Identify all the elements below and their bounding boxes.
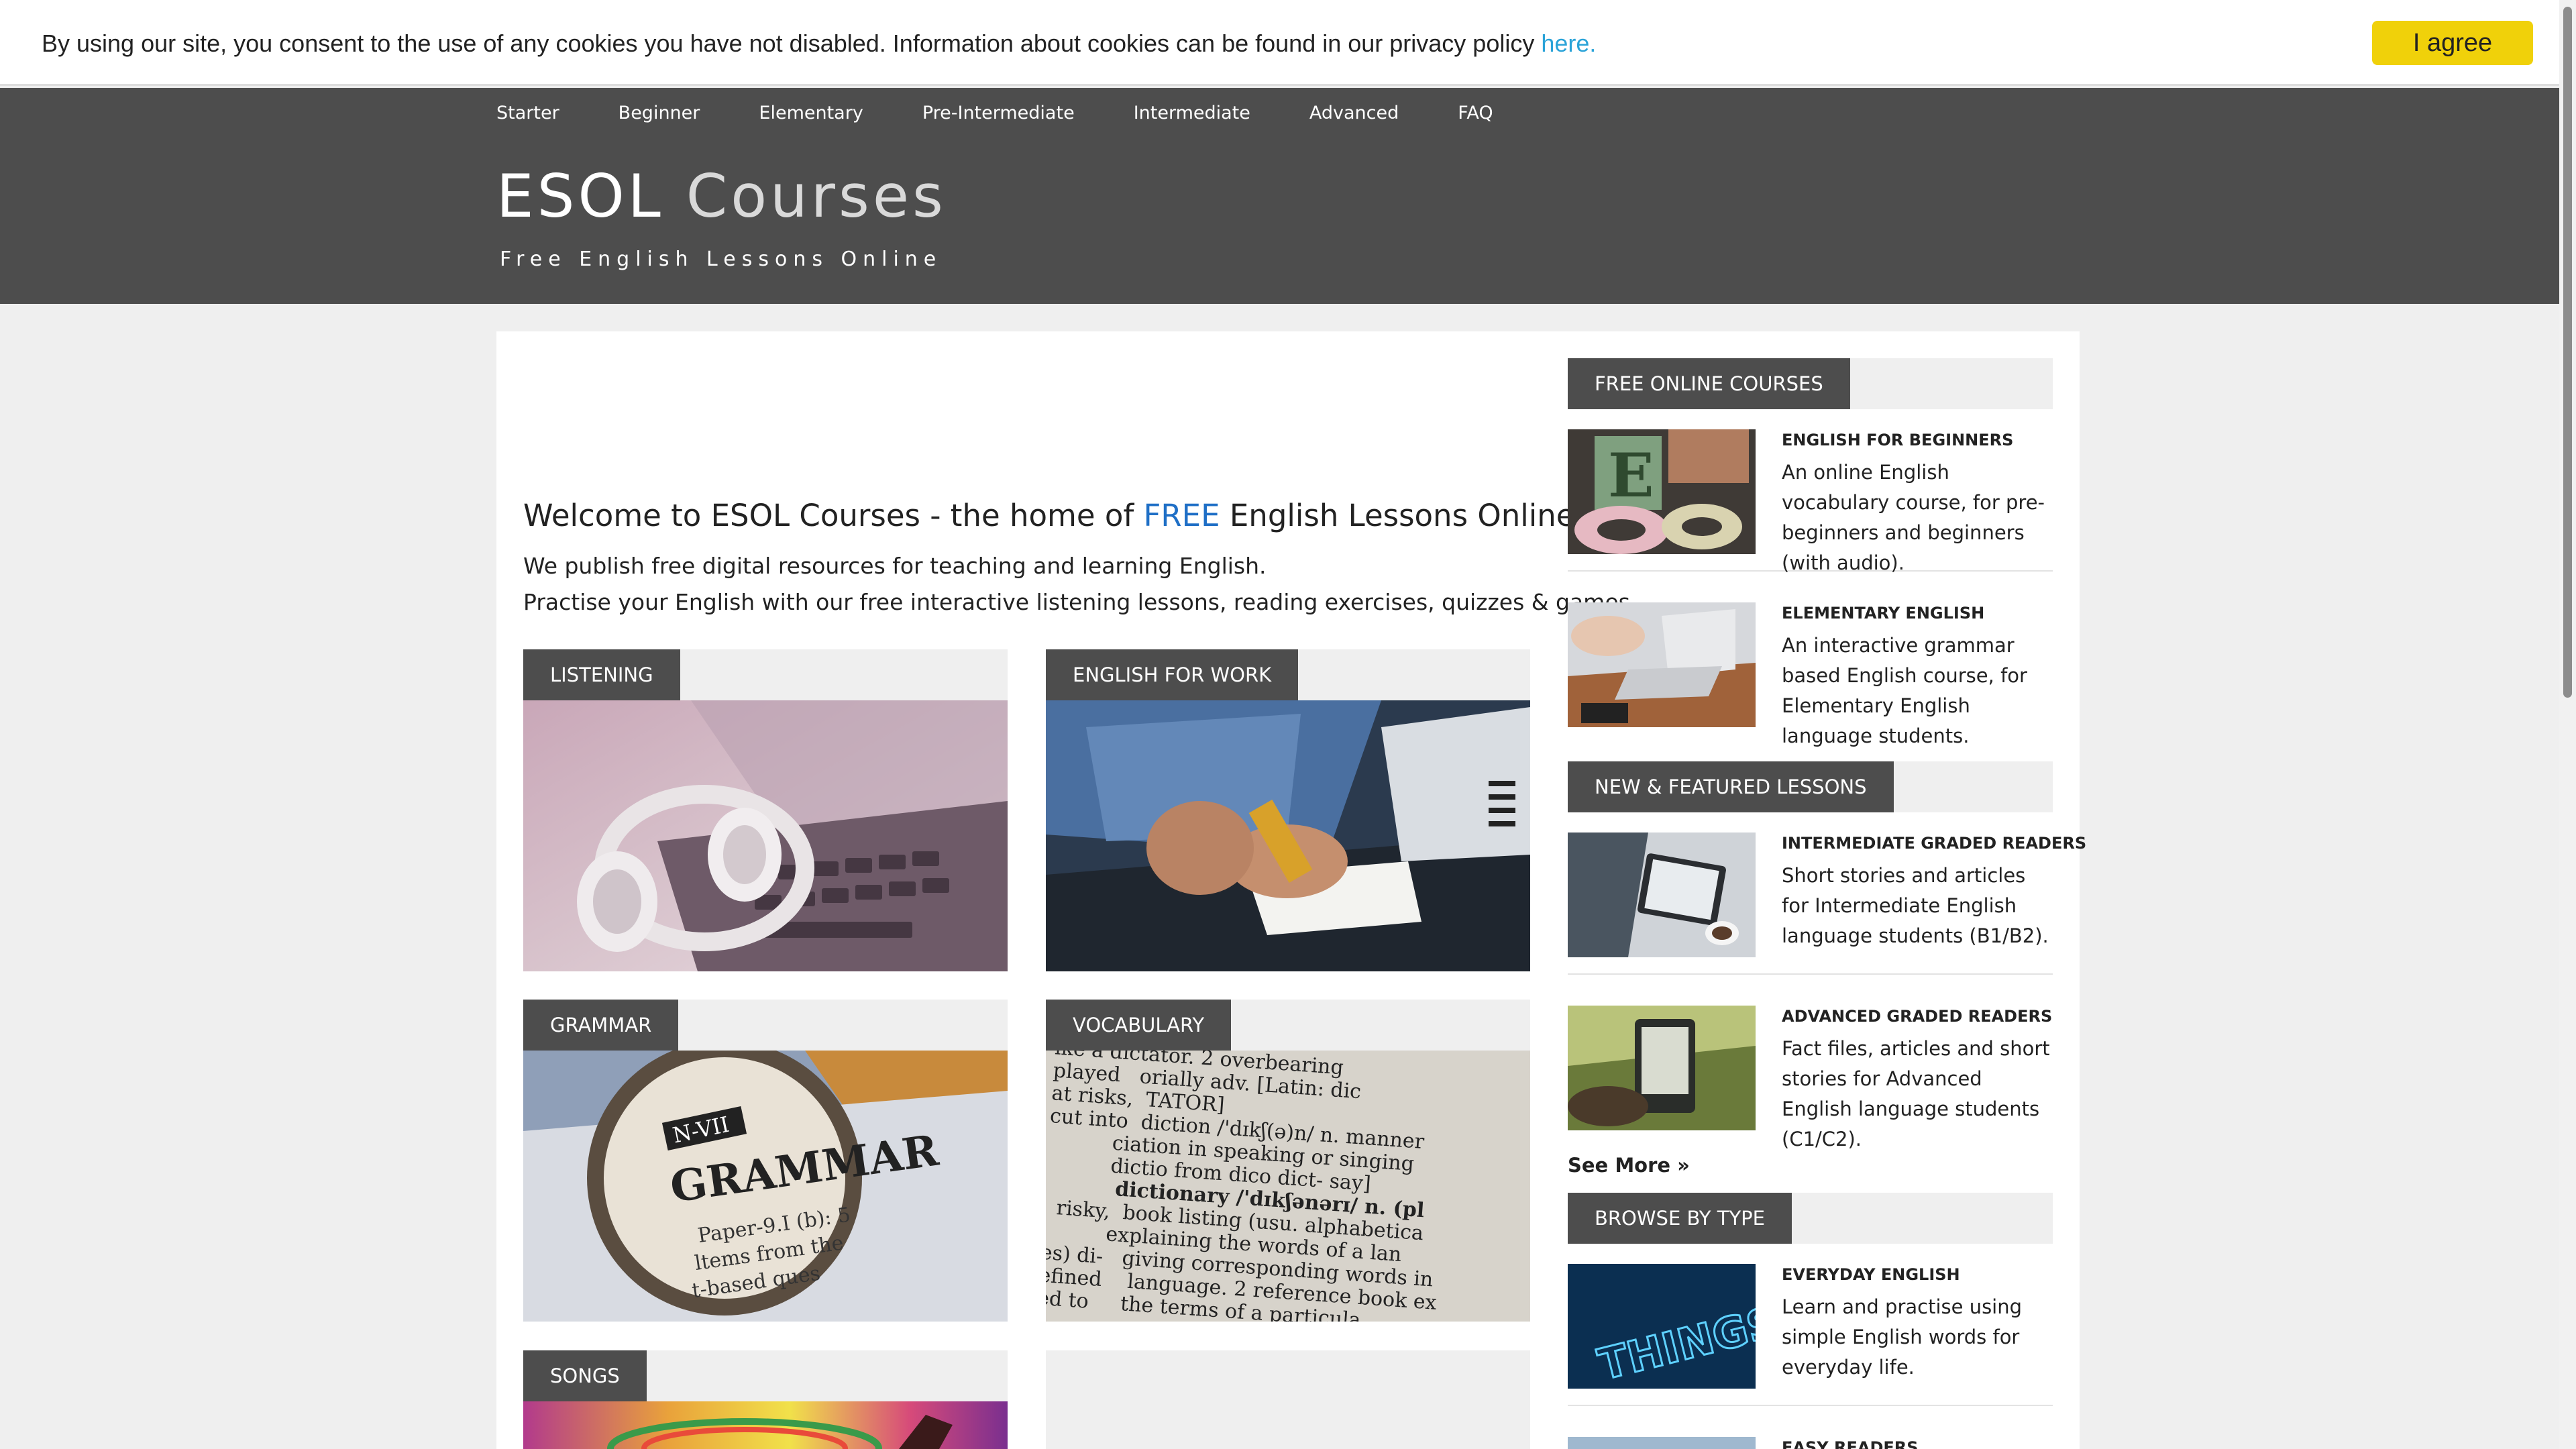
page-scrollbar[interactable] (2559, 0, 2576, 1449)
card-listening[interactable]: LISTENING (523, 649, 1008, 971)
sidebar-item-intermediate-graded-readers[interactable]: INTERMEDIATE GRADED READERS Short storie… (1568, 833, 2086, 975)
item-title[interactable]: ELEMENTARY ENGLISH (1782, 604, 1984, 623)
card-english-for-work[interactable]: ENGLISH FOR WORK (1046, 649, 1530, 971)
item-description: Fact files, articles and short stories f… (1782, 1037, 2050, 1150)
headphones-laptop-photo (523, 700, 1008, 971)
cookie-consent-bar: By using our site, you consent to the us… (0, 0, 2559, 86)
card-grammar[interactable]: GRAMMAR N-VII GRAMMAR Paper-9.I (b): 5 l… (523, 1000, 1008, 1322)
songs-image[interactable] (523, 1401, 1008, 1449)
dictionary-page-photo: ike a dictator. 2 overbearingplayed oria… (1046, 1051, 1530, 1322)
nav-pre-intermediate[interactable]: Pre-Intermediate (922, 103, 1075, 123)
card-label-vocabulary[interactable]: VOCABULARY (1046, 1000, 1232, 1051)
item-description: An interactive grammar based English cou… (1782, 634, 2027, 747)
everyday-english-thumbnail[interactable]: THINGS (1568, 1264, 1756, 1389)
main-content-panel: Welcome to ESOL Courses - the home of FR… (496, 331, 2086, 1449)
see-more-link[interactable]: See More » (1568, 1154, 1690, 1177)
nav-intermediate[interactable]: Intermediate (1134, 103, 1250, 123)
writing-at-desk-photo (1046, 700, 1530, 971)
section-label-browse-type: BROWSE BY TYPE (1568, 1193, 1792, 1244)
section-label-free-courses: FREE ONLINE COURSES (1568, 358, 1850, 409)
tablet-reading-photo (1568, 833, 1756, 957)
item-description: Learn and practise using simple English … (1782, 1295, 2023, 1379)
welcome-text-b: English Lessons Online (1220, 498, 1575, 533)
intro-line-2: Practise your English with our free inte… (523, 589, 1638, 615)
site-logo-title[interactable]: ESOL Courses (496, 162, 947, 231)
songs-colorful-photo (523, 1401, 1008, 1449)
sidebar-section-new-featured: NEW & FEATURED LESSONS (1568, 761, 2053, 812)
item-title[interactable]: ENGLISH FOR BEGINNERS (1782, 431, 2013, 449)
site-title-esol: ESOL (496, 162, 664, 231)
nav-faq[interactable]: FAQ (1458, 103, 1493, 123)
welcome-heading: Welcome to ESOL Courses - the home of FR… (523, 498, 1574, 533)
sidebar-item-easy-readers[interactable]: EASY READERS (1568, 1437, 2053, 1449)
english-for-work-image[interactable] (1046, 700, 1530, 971)
intermediate-readers-thumbnail[interactable] (1568, 833, 1756, 957)
grammar-image[interactable]: N-VII GRAMMAR Paper-9.I (b): 5 ltems fro… (523, 1051, 1008, 1322)
svg-text:E: E (1608, 440, 1654, 511)
neon-sign-photo: THINGS (1568, 1264, 1756, 1389)
sidebar-item-english-for-beginners[interactable]: E ENGLISH FOR BEGINNERS An online Englis… (1568, 429, 2053, 574)
elementary-thumbnail[interactable] (1568, 602, 1756, 727)
card-label-english-for-work[interactable]: ENGLISH FOR WORK (1046, 649, 1299, 700)
ereader-grass-photo (1568, 1006, 1756, 1130)
letter-blocks-photo: E (1568, 429, 1756, 554)
sidebar-section-browse-type: BROWSE BY TYPE (1568, 1193, 2053, 1244)
nav-beginner[interactable]: Beginner (619, 103, 700, 123)
sidebar-item-elementary-english[interactable]: ELEMENTARY ENGLISH An interactive gramma… (1568, 602, 2053, 747)
cookie-text: By using our site, you consent to the us… (42, 30, 1542, 57)
empty-card-placeholder (1046, 1350, 1530, 1449)
sidebar-item-advanced-graded-readers[interactable]: ADVANCED GRADED READERS Fact files, arti… (1568, 1006, 2053, 1150)
card-header: ENGLISH FOR WORK (1046, 649, 1530, 700)
item-title[interactable]: ADVANCED GRADED READERS (1782, 1007, 2052, 1026)
intro-line-1: We publish free digital resources for te… (523, 553, 1267, 579)
scrollbar-thumb[interactable] (2563, 7, 2572, 698)
vocabulary-image[interactable]: ike a dictator. 2 overbearing played oria… (1046, 1051, 1530, 1322)
sidebar-section-free-courses: FREE ONLINE COURSES (1568, 358, 2053, 409)
card-header: VOCABULARY (1046, 1000, 1530, 1051)
item-title[interactable]: EVERYDAY ENGLISH (1782, 1265, 1960, 1284)
magnifying-glass-photo: N-VII GRAMMAR Paper-9.I (b): 5 ltems fro… (523, 1051, 1008, 1322)
item-description: Short stories and articles for Intermedi… (1782, 864, 2049, 947)
laptop-desk-photo (1568, 602, 1756, 727)
nav-advanced[interactable]: Advanced (1309, 103, 1399, 123)
easy-readers-thumbnail[interactable] (1568, 1437, 1756, 1449)
listening-image[interactable] (523, 700, 1008, 971)
card-songs[interactable]: SONGS (523, 1350, 1008, 1449)
advanced-readers-thumbnail[interactable] (1568, 1006, 1756, 1130)
card-vocabulary[interactable]: VOCABULARY ike a dictator. 2 overbearing… (1046, 1000, 1530, 1322)
welcome-free: FREE (1143, 498, 1220, 533)
item-description: An online English vocabulary course, for… (1782, 461, 2045, 574)
section-label-new-featured: NEW & FEATURED LESSONS (1568, 761, 1894, 812)
agree-button[interactable]: I agree (2372, 21, 2533, 65)
card-header: GRAMMAR (523, 1000, 1008, 1051)
card-label-songs[interactable]: SONGS (523, 1350, 647, 1401)
privacy-policy-link[interactable]: here. (1541, 30, 1596, 57)
item-title[interactable]: EASY READERS (1782, 1438, 1919, 1449)
card-label-listening[interactable]: LISTENING (523, 649, 680, 700)
welcome-text-a: Welcome to ESOL Courses - the home of (523, 498, 1144, 533)
top-navigation: Starter Beginner Elementary Pre-Intermed… (496, 103, 1552, 123)
sidebar-item-everyday-english[interactable]: THINGS EVERYDAY ENGLISH Learn and practi… (1568, 1264, 2053, 1406)
site-header: Starter Beginner Elementary Pre-Intermed… (0, 88, 2559, 304)
card-header: LISTENING (523, 649, 1008, 700)
beginners-thumbnail[interactable]: E (1568, 429, 1756, 554)
card-label-grammar[interactable]: GRAMMAR (523, 1000, 679, 1051)
site-title-courses: Courses (686, 162, 947, 231)
nav-elementary[interactable]: Elementary (759, 103, 863, 123)
card-header: SONGS (523, 1350, 1008, 1401)
nav-starter[interactable]: Starter (496, 103, 559, 123)
site-tagline: Free English Lessons Online (500, 248, 943, 271)
item-title[interactable]: INTERMEDIATE GRADED READERS (1782, 834, 2086, 853)
cookie-message: By using our site, you consent to the us… (42, 30, 1596, 58)
